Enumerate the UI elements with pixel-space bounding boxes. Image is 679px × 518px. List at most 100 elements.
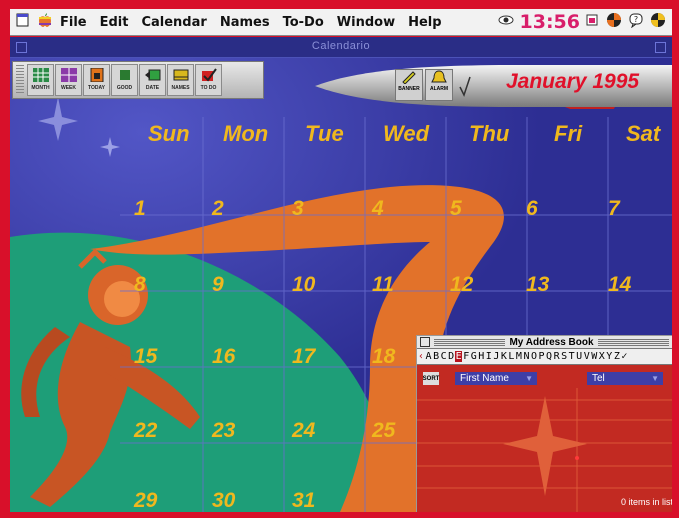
alpha-tab[interactable]: M <box>515 351 523 362</box>
calendar-day[interactable]: 25 <box>372 419 395 443</box>
names-button[interactable]: NAMES <box>167 64 194 96</box>
address-status-text: 0 items in list <box>620 497 672 507</box>
column2-select[interactable]: Tel ▼ <box>587 372 663 385</box>
calendar-window: Calendario MONTH WEEK TODAY GOOD DATE NA… <box>10 37 672 512</box>
calendar-day[interactable]: 8 <box>134 273 146 297</box>
address-columns: SORT First Name ▼ Tel ▼ <box>417 370 672 385</box>
good-day-button[interactable]: GOOD <box>111 64 138 96</box>
alpha-tab[interactable]: T <box>568 351 576 362</box>
calendar-day[interactable]: 31 <box>292 489 315 512</box>
calendar-day[interactable]: 30 <box>212 489 235 512</box>
calendar-day[interactable]: 13 <box>526 273 549 297</box>
finder-window-icon[interactable] <box>16 13 30 32</box>
today-calendar-icon <box>90 68 103 82</box>
alpha-prev-icon[interactable]: ‹ <box>417 351 425 362</box>
calendar-day[interactable]: 14 <box>608 273 631 297</box>
address-book-window: My Address Book ‹ ABCDEFGHIJKLMNOPQRSTUV… <box>416 335 672 512</box>
menu-window[interactable]: Window <box>337 15 395 30</box>
alpha-tab[interactable]: Y <box>605 351 613 362</box>
alpha-tab[interactable]: J <box>492 351 500 362</box>
alpha-tab[interactable]: A <box>425 351 433 362</box>
apple-menu-icon[interactable] <box>38 12 52 33</box>
address-book-title-bar[interactable]: My Address Book <box>417 336 672 349</box>
calendar-day[interactable]: 9 <box>212 273 224 297</box>
spinner-icon[interactable] <box>606 12 622 33</box>
calendar-day[interactable]: 16 <box>212 345 235 369</box>
calendar-day[interactable]: 5 <box>450 197 462 221</box>
calendar-day[interactable]: 17 <box>292 345 315 369</box>
menubar-clock[interactable]: 13:56 <box>520 11 580 33</box>
weekday-fri: Fri <box>554 121 583 146</box>
go-to-date-button[interactable]: DATE <box>139 64 166 96</box>
todo-button[interactable]: TO DO <box>195 64 222 96</box>
alpha-tab[interactable]: L <box>507 351 515 362</box>
calendar-day[interactable]: 12 <box>450 273 473 297</box>
menu-calendar[interactable]: Calendar <box>141 15 206 30</box>
alpha-tab[interactable]: P <box>538 351 546 362</box>
alpha-tab[interactable]: Q <box>545 351 553 362</box>
address-book-title: My Address Book <box>509 336 594 348</box>
calendar-day[interactable]: 7 <box>608 197 620 221</box>
weekday-tue: Tue <box>305 121 344 146</box>
alpha-tab[interactable]: U <box>575 351 583 362</box>
alpha-tab[interactable]: B <box>432 351 440 362</box>
weekday-mon: Mon <box>223 121 269 146</box>
alpha-tab[interactable]: K <box>500 351 508 362</box>
weekday-sat: Sat <box>626 121 661 146</box>
alpha-tab[interactable]: G <box>470 351 478 362</box>
good-day-icon <box>119 70 130 80</box>
toolbar-grip[interactable] <box>16 65 24 95</box>
window-title-bar[interactable]: Calendario <box>10 37 672 58</box>
alpha-tab[interactable]: X <box>598 351 606 362</box>
column1-select[interactable]: First Name ▼ <box>455 372 537 385</box>
address-list-artwork <box>417 388 672 512</box>
alpha-tab[interactable]: D <box>447 351 455 362</box>
menu-names[interactable]: Names <box>220 15 270 30</box>
banner-button[interactable]: BANNER <box>395 69 423 101</box>
alpha-tab[interactable]: S <box>560 351 568 362</box>
alarm-button[interactable]: ALARM <box>425 69 453 101</box>
alpha-tab[interactable]: F <box>462 351 470 362</box>
alpha-check-icon[interactable]: ✓ <box>620 351 628 362</box>
calendar-day[interactable]: 4 <box>372 197 384 221</box>
calendar-day[interactable]: 15 <box>134 345 157 369</box>
calendar-day[interactable]: 29 <box>134 489 157 512</box>
zoom-box-icon[interactable] <box>655 42 666 53</box>
alpha-tab[interactable]: O <box>530 351 538 362</box>
calendar-day[interactable]: 6 <box>526 197 538 221</box>
alpha-tab[interactable]: E <box>454 351 463 362</box>
check-mark-icon[interactable] <box>458 75 472 99</box>
eye-icon[interactable] <box>498 13 514 31</box>
alpha-tab[interactable]: C <box>440 351 448 362</box>
calendar-day[interactable]: 1 <box>134 197 146 221</box>
week-view-button[interactable]: WEEK <box>55 64 82 96</box>
menu-file[interactable]: File <box>60 15 87 30</box>
alpha-tab[interactable]: V <box>583 351 591 362</box>
address-close-box-icon[interactable] <box>420 337 430 347</box>
alpha-tab[interactable]: H <box>477 351 485 362</box>
month-view-button[interactable]: MONTH <box>27 64 54 96</box>
alpha-tab[interactable]: Z <box>613 351 621 362</box>
alpha-tab[interactable]: R <box>553 351 561 362</box>
help-balloon-icon[interactable]: ? <box>628 12 644 33</box>
calendar-menu-icon[interactable] <box>586 13 598 31</box>
menu-edit[interactable]: Edit <box>100 15 129 30</box>
calendar-day[interactable]: 22 <box>134 419 157 443</box>
alpha-tab[interactable]: W <box>590 351 598 362</box>
calendar-day[interactable]: 3 <box>292 197 304 221</box>
calendar-day[interactable]: 11 <box>372 273 394 297</box>
month-title[interactable]: January 1995 <box>506 70 672 94</box>
alpha-tab[interactable]: I <box>485 351 493 362</box>
calendar-day[interactable]: 18 <box>372 345 395 369</box>
calendar-day[interactable]: 10 <box>292 273 315 297</box>
application-menu-icon[interactable] <box>650 12 666 33</box>
calendar-day[interactable]: 23 <box>212 419 235 443</box>
menu-todo[interactable]: To-Do <box>283 15 324 30</box>
names-book-icon <box>173 69 188 81</box>
today-button[interactable]: TODAY <box>83 64 110 96</box>
alpha-tab[interactable]: N <box>522 351 530 362</box>
menu-help[interactable]: Help <box>408 15 441 30</box>
calendar-day[interactable]: 2 <box>212 197 224 221</box>
calendar-day[interactable]: 24 <box>292 419 315 443</box>
sort-button[interactable]: SORT <box>423 372 439 385</box>
